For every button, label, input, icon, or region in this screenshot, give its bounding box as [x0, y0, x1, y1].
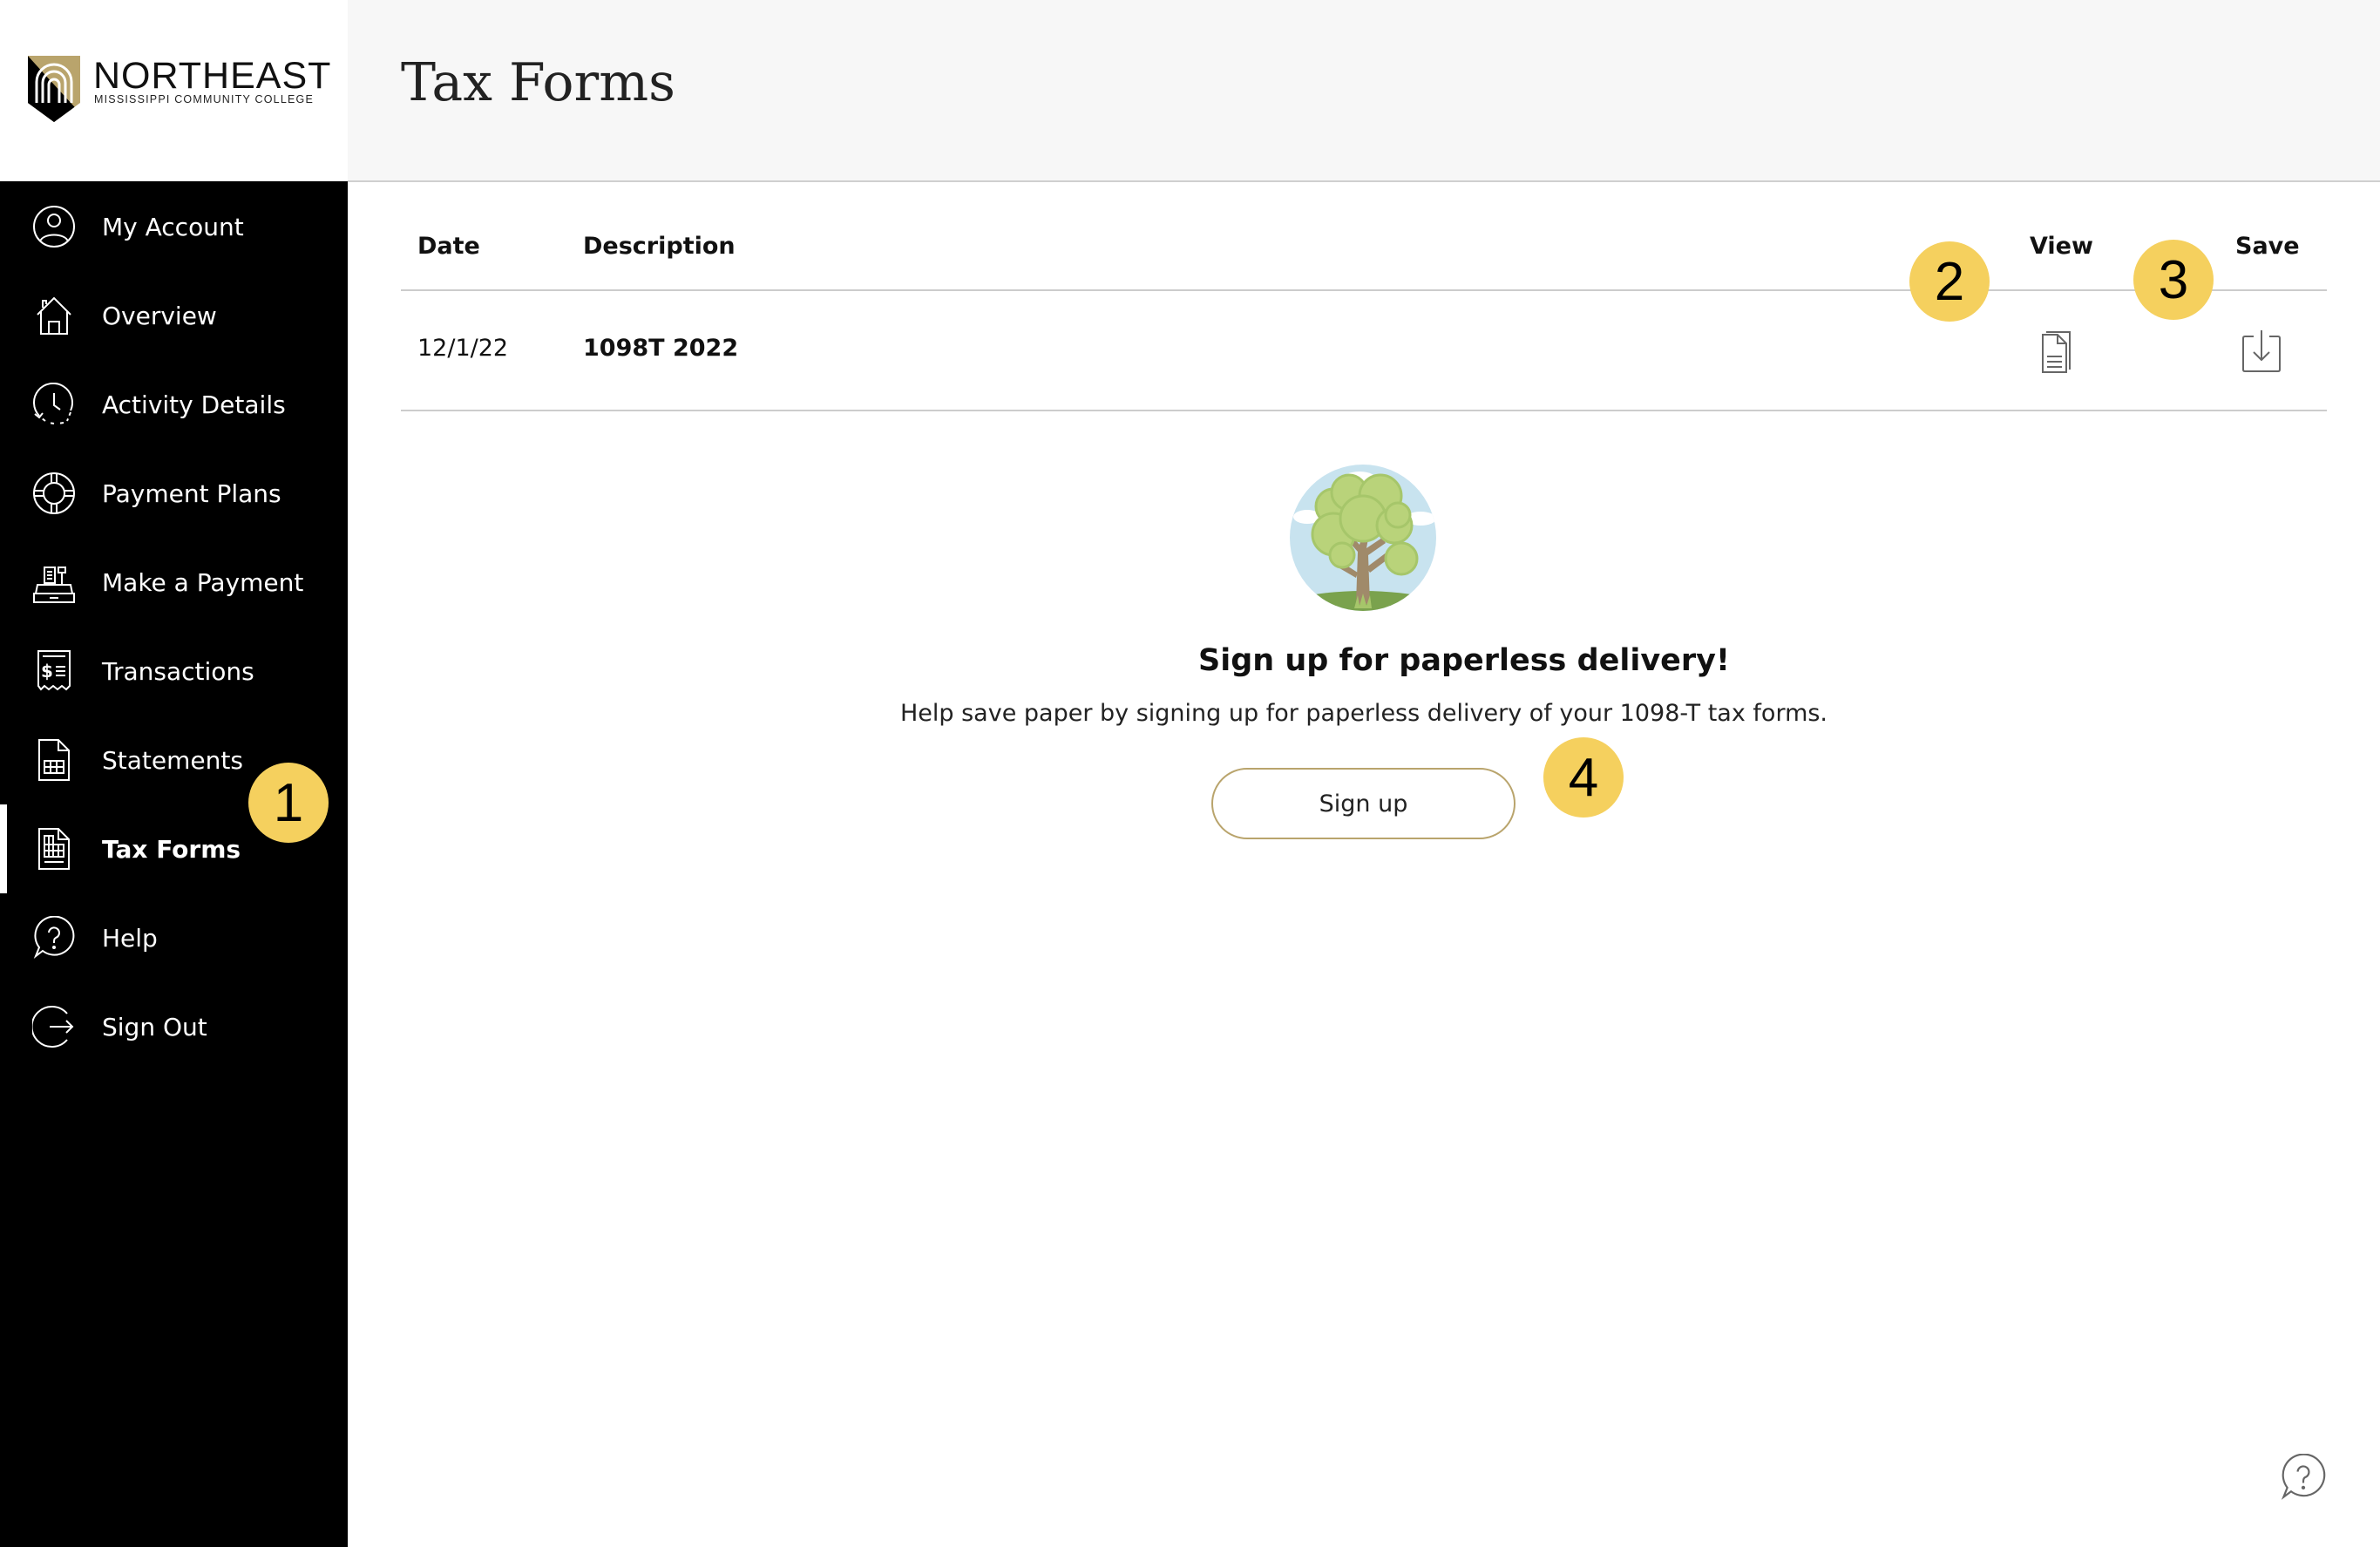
active-indicator: [0, 804, 7, 893]
annotation-badge-3: 3: [2133, 240, 2214, 320]
page-title: Tax Forms: [401, 52, 675, 113]
tree-illustration: [1290, 465, 1436, 611]
svg-text:$: $: [41, 661, 53, 682]
document-icon: [2042, 331, 2071, 373]
sidebar-item-activity-details[interactable]: Activity Details: [0, 360, 348, 449]
home-icon: [31, 293, 77, 338]
college-shield-logo-icon: [28, 56, 80, 122]
column-header-save: Save: [2235, 233, 2300, 260]
sidebar-item-label: My Account: [102, 212, 244, 241]
sidebar-item-label: Payment Plans: [102, 478, 281, 508]
view-button[interactable]: [2038, 330, 2075, 374]
column-header-description: Description: [583, 233, 736, 260]
annotation-badge-4: 4: [1543, 737, 1624, 818]
sidebar-item-label: Transactions: [102, 656, 254, 686]
sidebar-item-overview[interactable]: Overview: [0, 271, 348, 360]
sign-up-button[interactable]: Sign up: [1211, 768, 1515, 839]
paperless-heading: Sign up for paperless delivery!: [1198, 643, 1730, 678]
sidebar-item-label: Statements: [102, 745, 243, 775]
tax-form-document-icon: [31, 826, 77, 872]
logo-area: NORTHEAST MISSISSIPPI COMMUNITY COLLEGE: [0, 0, 348, 181]
save-button[interactable]: [2241, 329, 2282, 373]
user-circle-icon: [31, 204, 77, 249]
sidebar-item-label: Overview: [102, 301, 217, 330]
sidebar-item-make-a-payment[interactable]: Make a Payment: [0, 538, 348, 627]
sidebar-item-transactions[interactable]: $ Transactions: [0, 627, 348, 716]
sidebar-item-label: Make a Payment: [102, 567, 304, 597]
download-icon: [2242, 330, 2281, 372]
help-chat-icon: [31, 915, 77, 960]
header-divider: [401, 289, 2327, 291]
page-header: Tax Forms: [348, 0, 2380, 182]
sidebar-item-my-account[interactable]: My Account: [0, 182, 348, 271]
cash-register-icon: [31, 560, 77, 605]
sidebar-nav: My Account Overview Activity Details Pay…: [0, 181, 348, 1547]
clock-history-icon: [31, 382, 77, 427]
brand-subtitle: MISSISSIPPI COMMUNITY COLLEGE: [94, 93, 314, 105]
row-divider: [401, 410, 2327, 411]
annotation-badge-2: 2: [1909, 241, 1990, 322]
spreadsheet-document-icon: [31, 737, 77, 783]
column-header-date: Date: [417, 233, 480, 260]
receipt-dollar-icon: $: [31, 648, 77, 694]
sidebar-item-label: Help: [102, 923, 158, 953]
brand-name: NORTHEAST: [93, 55, 332, 97]
row-date: 12/1/22: [417, 335, 509, 362]
sidebar-item-label: Tax Forms: [102, 834, 241, 864]
annotation-badge-1: 1: [248, 763, 329, 843]
row-description: 1098T 2022: [583, 335, 739, 362]
help-chat-icon: [2281, 1453, 2326, 1500]
sidebar-item-payment-plans[interactable]: Payment Plans: [0, 449, 348, 538]
sidebar-item-sign-out[interactable]: Sign Out: [0, 982, 348, 1071]
paperless-description: Help save paper by signing up for paperl…: [899, 700, 1828, 727]
sign-out-icon: [31, 1004, 77, 1049]
sidebar-item-label: Activity Details: [102, 390, 286, 419]
column-header-view: View: [2030, 233, 2093, 260]
help-floating-button[interactable]: [2280, 1453, 2327, 1501]
sidebar-item-label: Sign Out: [102, 1012, 207, 1042]
lifebuoy-icon: [31, 471, 77, 516]
sidebar-item-help[interactable]: Help: [0, 893, 348, 982]
